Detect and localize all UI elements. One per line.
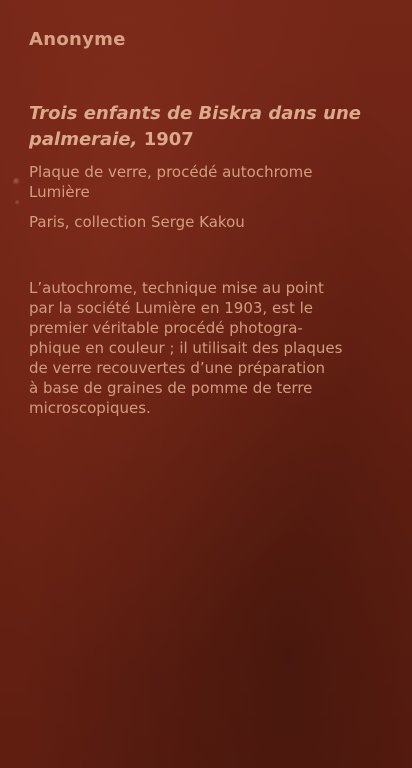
description-line: à base de graines de pomme de terre: [29, 379, 313, 397]
artwork-title: Trois enfants de Biskra dans une palmera…: [29, 101, 379, 153]
artwork-title-text: Trois enfants de Biskra dans une palmera…: [29, 103, 361, 150]
artwork-description: L’autochrome, technique mise au point pa…: [29, 278, 374, 418]
medium-line: Plaque de verre, procédé autochrome: [29, 163, 313, 181]
artwork-year: 1907: [143, 129, 194, 150]
museum-label-panel: Anonyme Trois enfants de Biskra dans une…: [0, 0, 412, 768]
artwork-collection: Paris, collection Serge Kakou: [29, 213, 245, 231]
pin-mark: [15, 200, 20, 205]
description-line: de verre recouvertes d’une préparation: [29, 359, 326, 377]
description-line: microscopiques.: [29, 399, 151, 417]
artwork-medium: Plaque de verre, procédé autochrome Lumi…: [29, 162, 379, 202]
description-line: premier véritable procédé photogra-: [29, 319, 303, 337]
pin-mark: [13, 178, 20, 185]
description-line: L’autochrome, technique mise au point: [29, 279, 324, 297]
description-line: par la société Lumière en 1903, est le: [29, 299, 314, 317]
description-line: phique en couleur ; il utilisait des pla…: [29, 339, 343, 357]
medium-line: Lumière: [29, 183, 90, 201]
artist-name: Anonyme: [29, 29, 126, 50]
